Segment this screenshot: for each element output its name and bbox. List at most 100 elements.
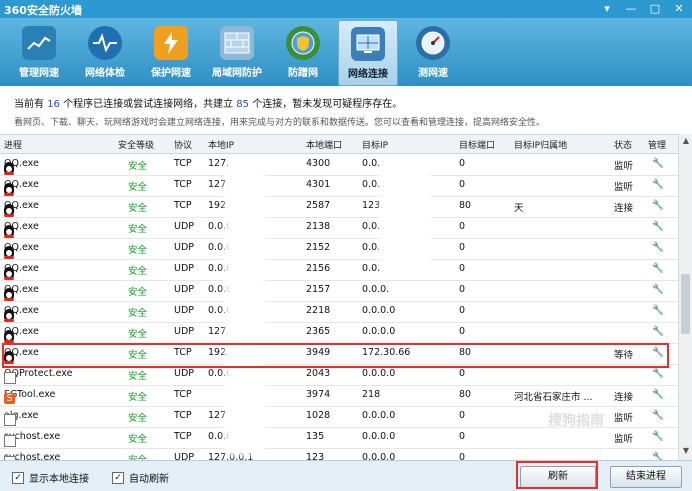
app-window-icon [4, 372, 16, 384]
cell-sec: 安全 [128, 203, 148, 214]
minimize-button[interactable]: — [622, 1, 640, 16]
cell-lport: 2152 [306, 242, 331, 253]
table-row[interactable]: QQ.exe 安全 TCP 192. 2587 123. 80 天连接 🔧 [0, 196, 678, 218]
cell-lport: 2218 [306, 305, 331, 316]
scroll-thumb[interactable] [681, 274, 690, 334]
manage-wrench-icon[interactable]: 🔧 [652, 305, 664, 316]
tool-lan-protect[interactable]: 局域网防护 [208, 20, 266, 84]
table-row[interactable]: QQ.exe 安全 TCP 127. 4300 0.0. 0 监听 🔧 [0, 154, 678, 176]
table-row[interactable]: QQ.exe 安全 UDP 0.0.0 2157 0.0.0. 0 🔧 [0, 280, 678, 302]
table-row[interactable]: QQ.exe安全UDP0.0.0.022180.0.0.00🔧 [0, 301, 678, 323]
table-row[interactable]: S SGTool.exe 安全 TCP 3974 218 80 河北省石家庄市 ... 连接 🔧 [0, 385, 678, 407]
globe-shield-icon [286, 26, 320, 60]
cell-tip: 0.0. [362, 263, 381, 274]
cell-tip: 0.0. [362, 158, 381, 169]
highlight-frame [516, 461, 598, 489]
col-local-port[interactable]: 本地端口 [306, 138, 342, 151]
cell-lport: 2156 [306, 263, 331, 274]
cell-lip: 127 [208, 410, 227, 421]
col-target-ip[interactable]: 目标IP [362, 138, 388, 151]
cell-proc: QQ.exe [4, 179, 39, 196]
show-local-checkbox[interactable]: ✓ 显示本地连接 [12, 470, 89, 485]
cell-proc: QQProtect.exe [4, 368, 72, 384]
qq-penguin-icon [4, 330, 14, 343]
cell-tport: 80 [459, 389, 472, 400]
table-row[interactable]: QQ.exe 安全 UDP 0.0.0 2138 0.0. 0 🔧 [0, 217, 678, 239]
table-row[interactable]: QQ.exe 安全 UDP 0.0.0 2156 0.0. 0 🔧 [0, 259, 678, 281]
tool-protect-speed[interactable]: 保护网速 [142, 20, 200, 84]
watermark: 搜狗指南 [548, 413, 604, 429]
qq-penguin-icon [4, 225, 14, 238]
table-row[interactable]: QQ.exe 安全 TCP 127. 4301 0.0. 0 监听 🔧 [0, 175, 678, 197]
tool-manage-speed[interactable]: 管理网速 [10, 20, 68, 84]
close-button[interactable]: ✕ [670, 1, 688, 16]
cell-sec: 安全 [128, 371, 148, 382]
manage-wrench-icon[interactable]: 🔧 [652, 326, 664, 337]
manage-wrench-icon[interactable]: 🔧 [652, 284, 664, 295]
col-protocol[interactable]: 协议 [174, 138, 192, 151]
cell-sec: 安全 [128, 245, 148, 256]
cell-tport: 0 [459, 410, 466, 421]
cell-proc: S SGTool.exe [4, 389, 55, 404]
manage-wrench-icon[interactable]: 🔧 [652, 242, 664, 253]
cell-state: 监听 [614, 161, 634, 172]
cell-proc: QQ.exe [4, 200, 39, 217]
qq-penguin-icon [4, 267, 14, 280]
manage-wrench-icon[interactable]: 🔧 [652, 389, 664, 400]
cell-tport: 0 [459, 263, 466, 274]
col-security[interactable]: 安全等级 [118, 138, 154, 151]
app-window-icon [4, 414, 16, 426]
tool-network-check[interactable]: 网络体检 [76, 20, 134, 84]
cell-proc: svchost.exe [4, 431, 60, 447]
scroll-up-arrow-icon[interactable]: ▲ [681, 136, 691, 148]
cell-tip: 0.0. [362, 221, 381, 232]
table-row[interactable]: QQ.exe安全UDP127.0.0.123650.0.0.00🔧 [0, 322, 678, 344]
table-row[interactable]: QQ.exe 安全 UDP 0.0.0 2152 0.0. 0 🔧 [0, 238, 678, 260]
cell-sec: 安全 [128, 224, 148, 235]
cell-state: 连接 [614, 203, 634, 214]
cell-proc: QQ.exe [4, 326, 39, 343]
cell-tip: 0.0.0.0 [362, 368, 396, 379]
cell-loc: 天 [514, 203, 524, 214]
cell-proc: QQ.exe [4, 305, 39, 322]
table-header: 进程 安全等级 协议 本地IP 本地端口 目标IP 目标端口 目标IP归属地 状… [0, 135, 678, 154]
col-process[interactable]: 进程 [4, 138, 22, 151]
network-monitor-icon [351, 27, 385, 61]
tool-network-connections[interactable]: 网络连接 [338, 20, 398, 86]
qq-penguin-icon [4, 183, 14, 196]
manage-wrench-icon[interactable]: 🔧 [652, 263, 664, 274]
maximize-button[interactable]: □ [646, 1, 664, 16]
col-local-ip[interactable]: 本地IP [208, 138, 234, 151]
pulse-icon [88, 26, 122, 60]
menu-dropdown-button[interactable]: ▾ [598, 1, 616, 16]
col-state[interactable]: 状态 [614, 138, 632, 151]
manage-wrench-icon[interactable]: 🔧 [652, 368, 664, 379]
auto-refresh-checkbox[interactable]: ✓ 自动刷新 [112, 470, 169, 485]
end-process-button[interactable]: 结束进程 [610, 466, 682, 488]
tool-anti-leech[interactable]: 防蹭网 [274, 20, 332, 84]
manage-wrench-icon[interactable]: 🔧 [652, 221, 664, 232]
highlight-frame [2, 343, 669, 368]
cell-proto: UDP [174, 284, 194, 295]
manage-wrench-icon[interactable]: 🔧 [652, 200, 664, 211]
cell-tip: 0.0. [362, 242, 381, 253]
sgtool-icon: S [4, 393, 15, 404]
redaction-blur [225, 165, 265, 455]
manage-wrench-icon[interactable]: 🔧 [652, 158, 664, 169]
cell-proc: QQ.exe [4, 284, 39, 301]
manage-wrench-icon[interactable]: 🔧 [652, 179, 664, 190]
chart-icon [22, 26, 56, 60]
tool-speed-test[interactable]: 测网速 [404, 20, 462, 84]
qq-penguin-icon [4, 204, 14, 217]
window-title: 360安全防火墙 [4, 4, 82, 17]
redaction-blur [380, 165, 430, 265]
cell-lport: 2138 [306, 221, 331, 232]
col-target-location[interactable]: 目标IP归属地 [514, 138, 567, 151]
connection-count: 85 [236, 99, 250, 110]
cell-proto: TCP [174, 179, 192, 190]
col-manage[interactable]: 管理 [648, 138, 666, 151]
cell-state: 监听 [614, 182, 634, 193]
col-target-port[interactable]: 目标端口 [459, 138, 495, 151]
cell-sec: 安全 [128, 413, 148, 424]
cell-sec: 安全 [128, 266, 148, 277]
